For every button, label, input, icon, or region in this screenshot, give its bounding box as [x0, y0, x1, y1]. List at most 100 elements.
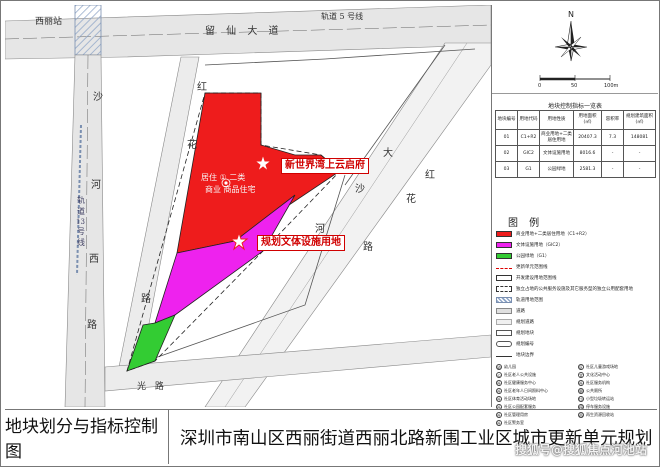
legend-point: 社社区服务机构 [578, 380, 610, 386]
legend-title: 图 例 [508, 218, 544, 229]
shahe-label-4: 路 [87, 320, 97, 331]
dasha-label-5: 河 [315, 224, 325, 235]
culture-callout-label: 规划文体设施用地 [257, 235, 345, 251]
metro13-label-4: 号 [77, 227, 85, 236]
table-cell: - [601, 145, 624, 162]
legend-label: 文体设施用地（GIC2） [516, 243, 563, 248]
green-swatch-icon [496, 253, 512, 259]
dasha-label-2: 沙 [355, 184, 365, 195]
index-header-cell: 用地性质 [539, 110, 574, 130]
compass-and-scale: N 0 50 100m [492, 5, 658, 94]
shahe-label-3: 西 [89, 254, 99, 265]
table-cell: 148081 [623, 129, 656, 146]
legend-point-label: 社区健康服务中心 [504, 380, 536, 385]
parcel-inner-text-2: 商业 商品住宅 [205, 185, 256, 194]
playground-icon: 区 [578, 364, 584, 370]
sports-icon: 社 [496, 396, 502, 402]
dasha-label-3: 红 [425, 170, 435, 181]
index-header-cell: 地块编号 [495, 110, 518, 130]
parcel-inner-text-1: 居住 ① 二类 [201, 173, 246, 182]
code-swatch-icon [496, 341, 512, 347]
daycare-icon: 社 [496, 388, 502, 394]
legend-item-public-land: 独立占地的公共服务设施及其它服务型的独立公用配套用地 [496, 286, 633, 292]
map-canvas [5, 5, 491, 407]
legend-point-label: 社区体育活动场地 [504, 396, 536, 401]
elderly-icon: 公 [496, 372, 502, 378]
metro13-label-2: 道 [77, 207, 85, 216]
legend-label: 道路 [516, 309, 525, 314]
table-cell: - [623, 161, 656, 178]
legend-point-label: 文化活动中心 [586, 372, 610, 377]
metro13-label-5: 线 [77, 238, 85, 247]
legend-point-label: 小型垃圾转运站 [586, 396, 614, 401]
table-cell: 公园绿地 [539, 161, 574, 178]
legend-label: 规划编号 [516, 342, 534, 347]
table-cell: 02 [495, 145, 518, 162]
watermark-text: 搜狐号@搜狐焦点河池站 [514, 443, 647, 457]
legend-item-planned-road: 规划道路 [496, 319, 534, 325]
guangming-road-label: 光 路 [137, 382, 167, 392]
index-table: 地块编号 用地代码 用地性质 用地面积(㎡) 容积率 规划建筑面积(㎡) 01 … [495, 110, 656, 178]
legend-item-park: 公园绿地（G1） [496, 253, 549, 259]
block-swatch-icon [496, 330, 512, 336]
legend-point-label: 社区老人公共设施 [504, 372, 536, 377]
xili-station-label: 西丽站 [35, 17, 63, 27]
table-cell: 20407.3 [573, 129, 602, 146]
legend-point: 文文化活动中心 [578, 372, 610, 378]
plan-drawing-frame: 西丽站 轨道 5 号线 留 仙 大 道 红 花 路 沙 河 西 路 轨 道 13… [0, 0, 660, 467]
legend-item-unit-line: 更新单元范围线 [496, 264, 548, 270]
table-cell: - [601, 161, 624, 178]
scale-100: 100m [604, 83, 619, 89]
honghua-label-1: 红 [197, 82, 207, 93]
index-header-cell: 用地代码 [517, 110, 540, 130]
scale-50: 50 [571, 83, 578, 89]
table-row: 01 C1+R2 商业用地+二类居住用地 20407.3 7.3 148081 [495, 129, 656, 146]
legend-label: 更新单元范围线 [516, 265, 548, 270]
table-row: 03 G1 公园绿地 2581.3 - - [495, 161, 656, 178]
legend-point-label: 公共厕所 [586, 388, 602, 393]
hatch-swatch-icon [496, 297, 512, 303]
table-cell: C1+R2 [517, 129, 540, 146]
legend-point-label: 幼儿园 [504, 364, 516, 369]
north-label: N [568, 10, 574, 19]
index-header-cell: 容积率 [601, 110, 624, 130]
legend-point: 社社区健康服务中心 [496, 380, 536, 386]
legend-item-dev-line: 开发建设用地范围线 [496, 275, 557, 281]
outline-swatch-icon [496, 275, 512, 281]
legend-item-residential: 商业用地+二类居住用地（C1+R2） [496, 231, 590, 237]
table-cell: - [623, 145, 656, 162]
honghua-label-3: 路 [141, 294, 151, 305]
legend-item-planned-block: 规划地块 [496, 330, 534, 336]
service-icon: 社 [578, 380, 584, 386]
dashed-red-line-icon [496, 268, 512, 269]
liuxian-avenue-label: 留 仙 大 道 [205, 26, 283, 37]
side-panel: N 0 50 100m 地块控制指标一览表 地块编号 用地代码 用地性质 用地面… [491, 5, 658, 426]
legend-item-road: 道路 [496, 308, 525, 314]
index-header-row: 地块编号 用地代码 用地性质 用地面积(㎡) 容积率 规划建筑面积(㎡) [495, 110, 656, 130]
legend-label: 地块边界 [516, 353, 534, 358]
honghua-label-2: 花 [187, 140, 197, 151]
planned-road-swatch-icon [496, 319, 512, 325]
drawing-title: 地块划分与指标控制图 [5, 410, 169, 464]
health-icon: 社 [496, 380, 502, 386]
legend-label: 开发建设用地范围线 [516, 276, 557, 281]
legend-point: 幼幼儿园 [496, 364, 516, 370]
kindergarten-icon: 幼 [496, 364, 502, 370]
table-cell: 8016.6 [573, 145, 602, 162]
legend-item-rail: 轨道用地范围 [496, 297, 543, 303]
xili-station-block [74, 5, 102, 56]
compass-rose-icon [554, 20, 588, 62]
legend-item-boundary: 地块边界 [496, 352, 534, 358]
index-header-cell: 规划建筑面积(㎡) [623, 110, 656, 130]
red-swatch-icon [496, 231, 512, 237]
waste-icon: 垃 [578, 396, 584, 402]
table-cell: 01 [495, 129, 518, 146]
metro-line-5-label: 轨道 5 号线 [321, 12, 364, 21]
legend-point-label: 社区老年人日间照料中心 [504, 388, 548, 393]
legend-point: 社社区老年人日间照料中心 [496, 388, 548, 394]
toilet-icon: 厕 [578, 388, 584, 394]
dasha-label-6: 路 [363, 242, 373, 253]
legend-point-label: 社区服务机构 [586, 380, 610, 385]
legend-point: 社社区体育活动场地 [496, 396, 536, 402]
legend-label: 规划道路 [516, 320, 534, 325]
